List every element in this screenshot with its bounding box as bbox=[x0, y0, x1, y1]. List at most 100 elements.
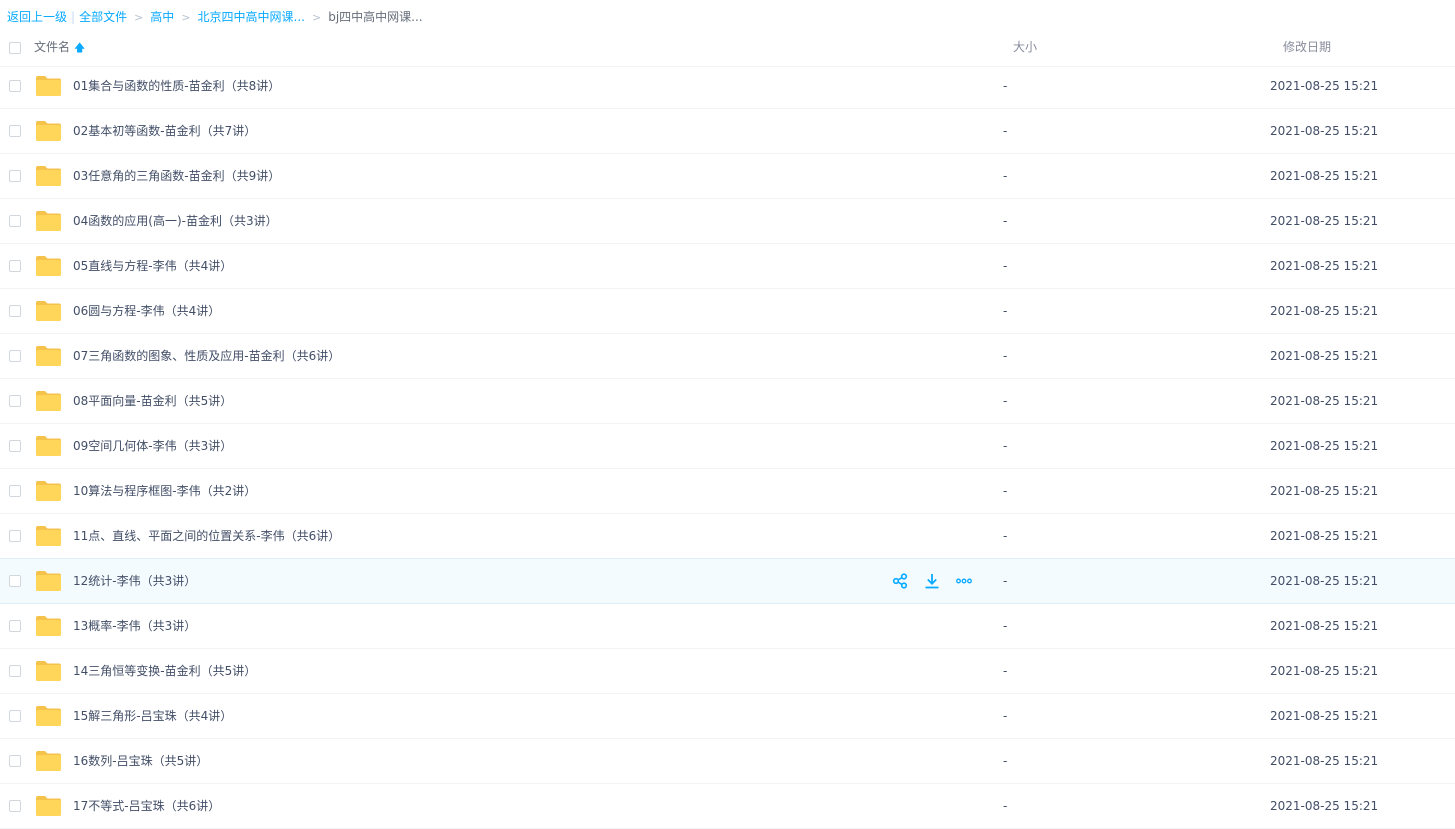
column-header-size[interactable]: 大小 bbox=[1013, 34, 1037, 61]
folder-icon[interactable] bbox=[35, 795, 62, 817]
folder-icon[interactable] bbox=[35, 435, 62, 457]
file-name[interactable]: 05直线与方程-李伟（共4讲） bbox=[73, 244, 232, 288]
folder-icon[interactable] bbox=[35, 300, 62, 322]
file-modified-date: 2021-08-25 15:21 bbox=[1270, 799, 1379, 813]
folder-icon[interactable] bbox=[35, 75, 62, 97]
folder-icon[interactable] bbox=[35, 615, 62, 637]
breadcrumb: 返回上一级 | 全部文件 > 高中 > 北京四中高中网课... > bj四中高中网课... bbox=[7, 0, 423, 34]
file-size: - bbox=[1003, 529, 1008, 543]
file-modified-date: 2021-08-25 15:21 bbox=[1270, 349, 1379, 363]
breadcrumb-item-course[interactable]: 北京四中高中网课... bbox=[198, 10, 305, 24]
more-icon[interactable] bbox=[954, 571, 974, 591]
file-name[interactable]: 14三角恒等变换-苗金利（共5讲） bbox=[73, 649, 256, 693]
breadcrumb-divider: | bbox=[71, 10, 76, 24]
file-row[interactable]: 06圆与方程-李伟（共4讲） - 2021-08-25 15:21 bbox=[0, 289, 1455, 334]
file-name[interactable]: 17不等式-吕宝珠（共6讲） bbox=[73, 784, 220, 828]
file-name[interactable]: 11点、直线、平面之间的位置关系-李伟（共6讲） bbox=[73, 514, 340, 558]
file-row[interactable]: 13概率-李伟（共3讲） - 2021-08-25 15:21 bbox=[0, 604, 1455, 649]
file-row[interactable]: 07三角函数的图象、性质及应用-苗金利（共6讲） - 2021-08-25 15:2… bbox=[0, 334, 1455, 379]
row-checkbox[interactable] bbox=[9, 620, 21, 632]
row-checkbox[interactable] bbox=[9, 80, 21, 92]
file-modified-date: 2021-08-25 15:21 bbox=[1270, 79, 1379, 93]
file-size: - bbox=[1003, 394, 1008, 408]
folder-icon[interactable] bbox=[35, 570, 62, 592]
folder-icon[interactable] bbox=[35, 255, 62, 277]
breadcrumb-item-high-school[interactable]: 高中 bbox=[150, 10, 174, 24]
file-modified-date: 2021-08-25 15:21 bbox=[1270, 484, 1379, 498]
file-name[interactable]: 09空间几何体-李伟（共3讲） bbox=[73, 424, 232, 468]
file-modified-date: 2021-08-25 15:21 bbox=[1270, 214, 1379, 228]
file-size: - bbox=[1003, 484, 1008, 498]
download-icon[interactable] bbox=[922, 571, 942, 591]
row-checkbox[interactable] bbox=[9, 755, 21, 767]
sort-ascending-icon[interactable]: 🡅 bbox=[74, 41, 85, 54]
row-checkbox[interactable] bbox=[9, 800, 21, 812]
file-name[interactable]: 08平面向量-苗金利（共5讲） bbox=[73, 379, 232, 423]
row-checkbox[interactable] bbox=[9, 530, 21, 542]
folder-icon[interactable] bbox=[35, 525, 62, 547]
file-row[interactable]: 09空间几何体-李伟（共3讲） - 2021-08-25 15:21 bbox=[0, 424, 1455, 469]
row-checkbox[interactable] bbox=[9, 575, 21, 587]
share-icon[interactable] bbox=[890, 571, 910, 591]
file-size: - bbox=[1003, 754, 1008, 768]
folder-icon[interactable] bbox=[35, 705, 62, 727]
file-list: 01集合与函数的性质-苗金利（共8讲） -2021-08-25 15:21 02基本… bbox=[0, 64, 1455, 829]
folder-icon[interactable] bbox=[35, 210, 62, 232]
back-link[interactable]: 返回上一级 bbox=[7, 10, 67, 24]
file-name[interactable]: 01集合与函数的性质-苗金利（共8讲） bbox=[73, 64, 280, 108]
file-name[interactable]: 10算法与程序框图-李伟（共2讲） bbox=[73, 469, 256, 513]
file-name[interactable]: 12统计-李伟（共3讲） bbox=[73, 559, 196, 603]
file-size: - bbox=[1003, 214, 1008, 228]
column-header-name-label: 文件名 bbox=[34, 40, 71, 54]
row-checkbox[interactable] bbox=[9, 395, 21, 407]
file-name[interactable]: 06圆与方程-李伟（共4讲） bbox=[73, 289, 220, 333]
folder-icon[interactable] bbox=[35, 165, 62, 187]
column-header-date[interactable]: 修改日期 bbox=[1283, 34, 1331, 61]
file-row[interactable]: 17不等式-吕宝珠（共6讲） - 2021-08-25 15:21 bbox=[0, 784, 1455, 829]
file-row[interactable]: 11点、直线、平面之间的位置关系-李伟（共6讲） - 2021-08-25 15:2… bbox=[0, 514, 1455, 559]
column-header-name[interactable]: 文件名 🡅 bbox=[34, 34, 85, 61]
file-size: - bbox=[1003, 574, 1008, 588]
file-name[interactable]: 16数列-吕宝珠（共5讲） bbox=[73, 739, 208, 783]
row-checkbox[interactable] bbox=[9, 440, 21, 452]
select-all-checkbox[interactable] bbox=[9, 42, 21, 54]
file-name[interactable]: 13概率-李伟（共3讲） bbox=[73, 604, 196, 648]
file-modified-date: 2021-08-25 15:21 bbox=[1270, 259, 1379, 273]
file-row[interactable]: 01集合与函数的性质-苗金利（共8讲） - 2021-08-25 15:21 bbox=[0, 64, 1455, 109]
file-row[interactable]: 05直线与方程-李伟（共4讲） - 2021-08-25 15:21 bbox=[0, 244, 1455, 289]
file-name[interactable]: 15解三角形-吕宝珠（共4讲） bbox=[73, 694, 232, 738]
file-row[interactable]: 16数列-吕宝珠（共5讲） - 2021-08-25 15:21 bbox=[0, 739, 1455, 784]
row-checkbox[interactable] bbox=[9, 350, 21, 362]
file-name[interactable]: 04函数的应用(高一)-苗金利（共3讲） bbox=[73, 199, 278, 243]
file-row[interactable]: 15解三角形-吕宝珠（共4讲） - 2021-08-25 15:21 bbox=[0, 694, 1455, 739]
folder-icon[interactable] bbox=[35, 750, 62, 772]
file-size: - bbox=[1003, 304, 1008, 318]
row-checkbox[interactable] bbox=[9, 125, 21, 137]
row-checkbox[interactable] bbox=[9, 260, 21, 272]
file-row[interactable]: 03任意角的三角函数-苗金利（共9讲） - 2021-08-25 15:21 bbox=[0, 154, 1455, 199]
file-modified-date: 2021-08-25 15:21 bbox=[1270, 394, 1379, 408]
folder-icon[interactable] bbox=[35, 390, 62, 412]
all-files-link[interactable]: 全部文件 bbox=[79, 10, 127, 24]
file-name[interactable]: 03任意角的三角函数-苗金利（共9讲） bbox=[73, 154, 280, 198]
file-row[interactable]: 04函数的应用(高一)-苗金利（共3讲） - 2021-08-25 15:21 bbox=[0, 199, 1455, 244]
row-checkbox[interactable] bbox=[9, 665, 21, 677]
folder-icon[interactable] bbox=[35, 120, 62, 142]
folder-icon[interactable] bbox=[35, 345, 62, 367]
folder-icon[interactable] bbox=[35, 660, 62, 682]
row-checkbox[interactable] bbox=[9, 305, 21, 317]
row-checkbox[interactable] bbox=[9, 710, 21, 722]
file-row[interactable]: 08平面向量-苗金利（共5讲） - 2021-08-25 15:21 bbox=[0, 379, 1455, 424]
file-size: - bbox=[1003, 619, 1008, 633]
file-name[interactable]: 07三角函数的图象、性质及应用-苗金利（共6讲） bbox=[73, 334, 340, 378]
file-size: - bbox=[1003, 124, 1008, 138]
file-row[interactable]: 14三角恒等变换-苗金利（共5讲） - 2021-08-25 15:21 bbox=[0, 649, 1455, 694]
row-checkbox[interactable] bbox=[9, 170, 21, 182]
file-name[interactable]: 02基本初等函数-苗金利（共7讲） bbox=[73, 109, 256, 153]
row-checkbox[interactable] bbox=[9, 215, 21, 227]
file-row[interactable]: 12统计-李伟（共3讲） - 2021-08-25 15:21 bbox=[0, 558, 1455, 604]
folder-icon[interactable] bbox=[35, 480, 62, 502]
file-row[interactable]: 02基本初等函数-苗金利（共7讲） - 2021-08-25 15:21 bbox=[0, 109, 1455, 154]
file-row[interactable]: 10算法与程序框图-李伟（共2讲） - 2021-08-25 15:21 bbox=[0, 469, 1455, 514]
row-checkbox[interactable] bbox=[9, 485, 21, 497]
